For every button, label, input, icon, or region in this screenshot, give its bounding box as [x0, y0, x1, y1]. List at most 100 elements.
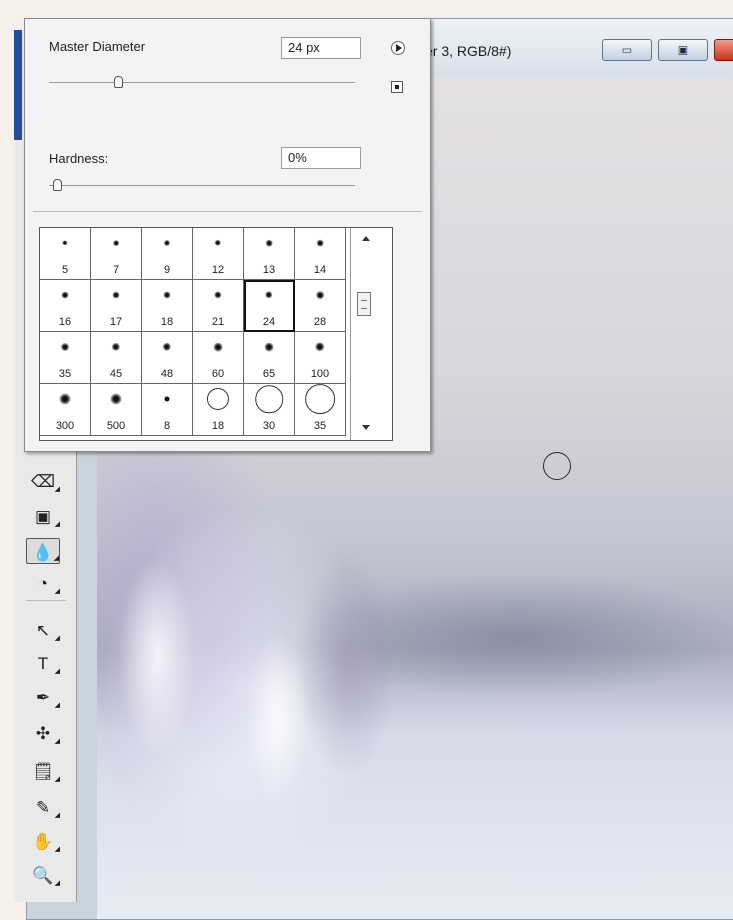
tool-flyout-indicator-icon: ◢ — [54, 668, 60, 675]
brush-preset[interactable]: 45 — [91, 332, 142, 384]
dodge-tool[interactable]: ◔ ◢ — [26, 570, 60, 596]
brush-preset[interactable]: 65 — [244, 332, 295, 384]
hardness-label: Hardness: — [49, 151, 109, 166]
preset-scrollbar[interactable] — [350, 228, 380, 440]
brush-preset[interactable]: 9 — [142, 228, 193, 280]
master-diameter-slider-thumb[interactable] — [113, 76, 123, 88]
brush-preset[interactable]: 18 — [193, 384, 244, 436]
brush-preset-size: 48 — [160, 368, 174, 380]
brush-preset[interactable]: 48 — [142, 332, 193, 384]
brush-preset[interactable]: 35 — [295, 384, 346, 436]
brush-preset[interactable]: 100 — [295, 332, 346, 384]
brush-tip-soft-icon — [61, 343, 69, 351]
panel-divider — [33, 211, 422, 212]
eyedropper-tool[interactable]: ✎ ◢ — [26, 794, 60, 820]
brush-tip-soft-icon — [110, 393, 122, 405]
brush-preset-size: 18 — [160, 316, 174, 328]
brush-tip-soft-icon — [214, 291, 222, 299]
tool-flyout-indicator-icon: ◢ — [54, 880, 60, 887]
brush-preset[interactable]: 8 — [142, 384, 193, 436]
scroll-up-icon[interactable] — [362, 236, 370, 241]
maximize-button[interactable]: ▣ — [658, 39, 708, 61]
flyout-menu-icon[interactable] — [391, 41, 405, 55]
brush-preset[interactable]: 18 — [142, 280, 193, 332]
brush-preset[interactable]: 5 — [40, 228, 91, 280]
water-drop-icon: 💧 — [32, 543, 54, 562]
brush-tip-soft-icon — [265, 239, 273, 247]
brush-preset[interactable]: 12 — [193, 228, 244, 280]
eraser-tool[interactable]: ⌫ ◢ — [26, 468, 60, 494]
new-preset-icon[interactable] — [391, 81, 403, 93]
brush-preset-grid: 5 7 9 12 13 14 16 17 18 21 24 28 35 45 48 60 65 100 300 500… — [40, 228, 350, 440]
gradient-tool[interactable]: ▣ ◢ — [26, 503, 60, 529]
master-diameter-slider[interactable] — [49, 82, 355, 83]
brush-preset[interactable]: 7 — [91, 228, 142, 280]
brush-tip-soft-icon — [214, 239, 222, 247]
brush-tip-soft-icon — [162, 342, 172, 352]
scroll-thumb[interactable] — [357, 292, 371, 316]
hand-tool[interactable]: ✋ ◢ — [26, 828, 60, 854]
brush-tip-soft-icon — [265, 291, 273, 299]
brush-preset[interactable]: 24 — [244, 280, 295, 332]
tool-flyout-indicator-icon: ◢ — [54, 846, 60, 853]
custom-shape-tool[interactable]: ✣ ◢ — [26, 720, 60, 746]
brush-preset-size: 60 — [211, 368, 225, 380]
brush-preset-size: 8 — [163, 420, 171, 432]
blur-tool[interactable]: 💧 ◢ — [26, 538, 60, 564]
brush-preset-size: 12 — [211, 264, 225, 276]
brush-tip-soft-icon — [62, 240, 68, 246]
brush-preset-list: 5 7 9 12 13 14 16 17 18 21 24 28 35 45 48 60 65 100 300 500… — [39, 227, 393, 441]
brush-preset[interactable]: 13 — [244, 228, 295, 280]
hardness-slider[interactable] — [49, 185, 355, 186]
note-icon: 🗒 — [32, 762, 54, 781]
brush-preset-size: 9 — [163, 264, 171, 276]
panel-edge — [14, 30, 22, 140]
brush-preset-size: 35 — [313, 420, 327, 432]
tool-flyout-indicator-icon: ◢ — [54, 776, 60, 783]
brush-preset[interactable]: 21 — [193, 280, 244, 332]
shape-icon: ✣ — [35, 724, 51, 743]
brush-preset[interactable]: 60 — [193, 332, 244, 384]
brush-tip-ring-icon — [305, 384, 335, 414]
hardness-field[interactable]: 0% — [281, 147, 361, 169]
type-tool[interactable]: T ◢ — [26, 650, 60, 676]
brush-preset[interactable]: 17 — [91, 280, 142, 332]
notes-tool[interactable]: 🗒 ◢ — [26, 758, 60, 784]
brush-preset-size: 35 — [58, 368, 72, 380]
tool-group-divider — [26, 600, 66, 601]
pen-tool[interactable]: ✒ ◢ — [26, 684, 60, 710]
zoom-tool[interactable]: 🔍 ◢ — [26, 862, 60, 888]
brush-tip-soft-icon — [316, 239, 324, 247]
minimize-icon: ▭ — [621, 44, 633, 57]
master-diameter-field[interactable]: 24 px — [281, 37, 361, 59]
document-title: er 3, RGB/8#) — [425, 43, 512, 59]
brush-preset[interactable]: 300 — [40, 384, 91, 436]
tool-flyout-indicator-icon: ◢ — [54, 812, 60, 819]
path-selection-tool[interactable]: ↖ ◢ — [26, 617, 60, 643]
brush-tip-soft-icon — [163, 239, 171, 247]
brush-preset[interactable]: 28 — [295, 280, 346, 332]
brush-tip-soft-icon — [59, 393, 71, 405]
eyedropper-icon: ✎ — [35, 798, 51, 817]
tool-flyout-indicator-icon: ◢ — [54, 588, 60, 595]
brush-preset[interactable]: 30 — [244, 384, 295, 436]
brush-preset[interactable]: 14 — [295, 228, 346, 280]
brush-tip-soft-icon — [163, 291, 171, 299]
master-diameter-label: Master Diameter — [49, 39, 146, 54]
hand-icon: ✋ — [32, 832, 54, 851]
brush-preset-size: 500 — [106, 420, 126, 432]
brush-tip-soft-icon — [264, 342, 274, 352]
brush-preset-size: 65 — [262, 368, 276, 380]
tool-flyout-indicator-icon: ◢ — [54, 486, 60, 493]
hardness-slider-thumb[interactable] — [53, 179, 62, 191]
brush-preset[interactable]: 35 — [40, 332, 91, 384]
brush-tip-soft-icon — [113, 240, 119, 246]
close-button[interactable]: ✕ — [714, 39, 733, 61]
scroll-down-icon[interactable] — [362, 425, 370, 430]
brush-preset[interactable]: 500 — [91, 384, 142, 436]
brush-tip-hard-icon — [164, 396, 170, 402]
brush-tip-ring-icon — [255, 385, 283, 413]
brush-preset[interactable]: 16 — [40, 280, 91, 332]
minimize-button[interactable]: ▭ — [602, 39, 652, 61]
brush-tip-soft-icon — [315, 342, 325, 352]
